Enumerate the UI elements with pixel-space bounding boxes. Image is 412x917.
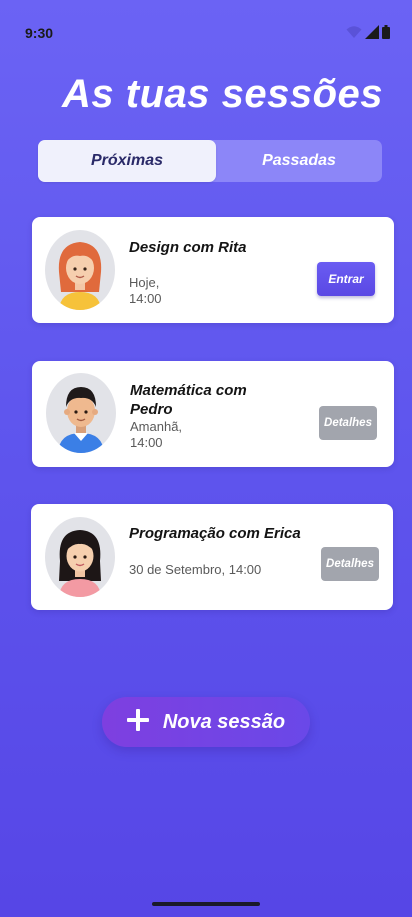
session-card[interactable]: Programação com Erica 30 de Setembro, 14… xyxy=(31,504,393,610)
new-session-label: Nova sessão xyxy=(162,710,286,733)
session-time: Hoje, 14:00 xyxy=(129,275,162,306)
tab-past[interactable]: Passadas xyxy=(216,140,382,182)
session-title: Matemática com Pedro xyxy=(130,382,247,418)
details-button[interactable]: Detalhes xyxy=(319,406,377,440)
battery-icon xyxy=(382,25,390,44)
enter-button[interactable]: Entrar xyxy=(317,262,375,296)
session-card[interactable]: Matemática com Pedro Amanhã, 14:00 Detal… xyxy=(32,361,394,467)
status-time: 9:30 xyxy=(25,25,54,41)
avatar-erica xyxy=(45,517,115,597)
session-time: Amanhã, 14:00 xyxy=(130,419,183,450)
session-title: Programação com Erica xyxy=(129,525,301,542)
tab-upcoming[interactable]: Próximas xyxy=(38,140,216,182)
session-time: 30 de Setembro, 14:00 xyxy=(129,562,262,577)
session-title: Design com Rita xyxy=(129,239,247,256)
details-button[interactable]: Detalhes xyxy=(321,547,379,581)
session-card[interactable]: Design com Rita Hoje, 14:00 Entrar xyxy=(32,217,394,323)
avatar-rita xyxy=(45,230,115,310)
status-bar: 9:30 xyxy=(0,0,412,64)
new-session-button[interactable]: Nova sessão xyxy=(102,697,310,747)
status-icons xyxy=(346,25,390,44)
session-tabs: Próximas Passadas xyxy=(38,140,382,182)
avatar-pedro xyxy=(46,373,116,453)
cellular-signal-icon xyxy=(365,25,379,44)
page-title: As tuas sessões xyxy=(62,72,384,116)
home-indicator[interactable] xyxy=(152,902,260,906)
plus-icon xyxy=(126,708,149,736)
wifi-icon xyxy=(346,25,362,44)
